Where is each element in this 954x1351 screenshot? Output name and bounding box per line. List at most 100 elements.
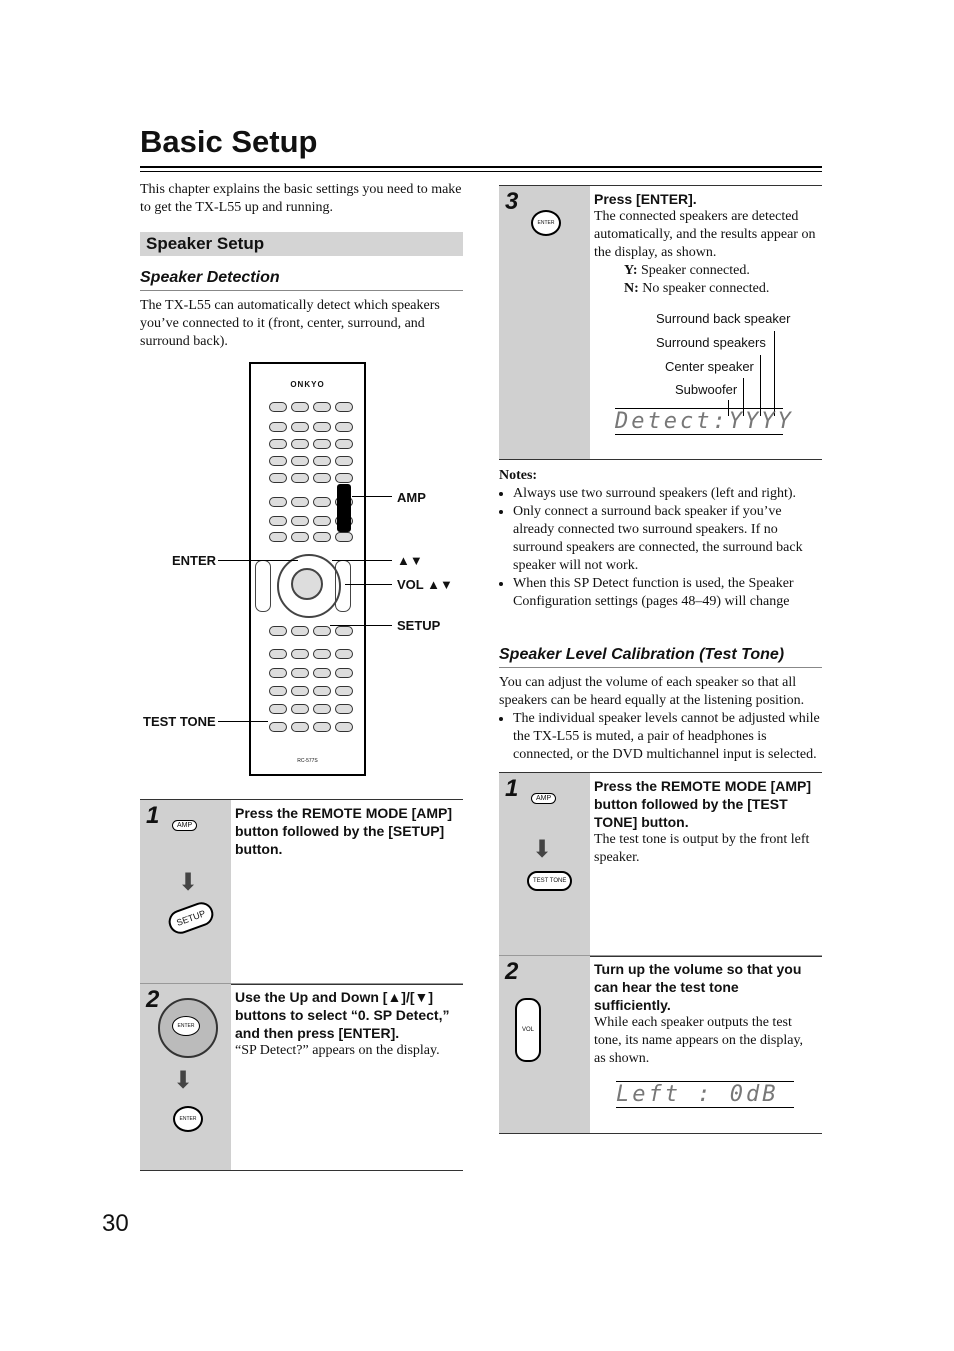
remote-key: [335, 422, 353, 432]
remote-key: [335, 668, 353, 678]
remote-key: [335, 722, 353, 732]
remote-brand: ONKYO: [290, 380, 325, 389]
remote-key: [335, 704, 353, 714]
notes: Notes: Always use two surround speakers …: [499, 467, 822, 611]
left-step-1: 1 AMP ⬇ SETUP Press the REMOTE MODE [AMP…: [140, 799, 463, 985]
callout-enter: ENTER: [172, 553, 217, 568]
remote-key: [291, 516, 309, 526]
callout-amp: AMP: [397, 490, 426, 505]
calibration-bullet: The individual speaker levels cannot be …: [513, 710, 822, 764]
remote-key: [269, 439, 287, 449]
level-display: Left : 0dB: [616, 1081, 794, 1108]
remote-key: [335, 439, 353, 449]
callout-updown: ▲▼: [397, 553, 423, 568]
remote-mode-block: [337, 484, 351, 532]
amp-button-icon: AMP: [531, 793, 557, 804]
remote-model: RC-577S: [297, 758, 318, 764]
remote-key: [291, 473, 309, 483]
legend-key: Y:: [624, 263, 638, 278]
callout-setup: SETUP: [397, 618, 441, 633]
remote-key: [269, 722, 287, 732]
step-title: Turn up the volume so that you can hear …: [594, 961, 802, 1013]
notes-heading: Notes:: [499, 468, 538, 483]
remote-key: [269, 704, 287, 714]
calibration-paragraph: You can adjust the volume of each speake…: [499, 675, 805, 708]
vol-button-icon: VOL: [515, 998, 541, 1062]
step-title: Press the REMOTE MODE [AMP] button follo…: [235, 805, 453, 857]
note-item: Only connect a surround back speaker if …: [513, 503, 822, 575]
remote-key: [313, 497, 331, 507]
remote-key: [269, 649, 287, 659]
amp-button-icon: AMP: [172, 820, 198, 831]
step-text: “SP Detect?” appears on the display.: [235, 1043, 440, 1058]
remote-key: [291, 402, 309, 412]
title-rule: [140, 166, 822, 168]
intro-text: This chapter explains the basic settings…: [140, 182, 462, 215]
remote-key: [291, 686, 309, 696]
enter-key: [291, 568, 323, 600]
note-item: When this SP Detect function is used, th…: [513, 575, 822, 611]
section-heading: Speaker Setup: [140, 232, 463, 256]
step-title: Press the REMOTE MODE [AMP] button follo…: [594, 778, 812, 830]
remote-key: [291, 704, 309, 714]
enter-button-icon: ENTER: [172, 1016, 200, 1036]
enter-button-icon: ENTER: [531, 210, 561, 236]
remote-key: [313, 516, 331, 526]
test-tone-button-icon: TEST TONE: [527, 871, 573, 891]
remote-key: [335, 532, 353, 542]
remote-key: [291, 497, 309, 507]
step-title: Use the Up and Down [▲]/[▼] buttons to s…: [235, 989, 450, 1041]
vol-key: [335, 560, 351, 612]
remote-key: [269, 422, 287, 432]
remote-key: [313, 686, 331, 696]
step-text: The test tone is output by the front lef…: [594, 832, 810, 865]
calibration-heading: Speaker Level Calibration (Test Tone): [499, 646, 822, 668]
enter-button-icon: ENTER: [173, 1106, 203, 1132]
arrow-down-icon: ⬇: [178, 870, 199, 896]
arrow-down-icon: ⬇: [173, 1068, 194, 1094]
remote-key: [269, 473, 287, 483]
remote-key: [269, 497, 287, 507]
remote-key: [291, 422, 309, 432]
remote-key: [335, 626, 353, 636]
remote-key: [335, 456, 353, 466]
step-text: The connected speakers are detected auto…: [594, 209, 816, 260]
step-title: Press [ENTER].: [594, 191, 697, 207]
label-subwoofer: Subwoofer: [675, 382, 738, 397]
remote-key: [313, 456, 331, 466]
step-number: 1: [505, 775, 519, 802]
setup-button-icon: SETUP: [165, 898, 217, 938]
remote-key: [313, 668, 331, 678]
label-surround-back: Surround back speaker: [656, 311, 791, 326]
remote-key: [335, 402, 353, 412]
remote-key: [269, 686, 287, 696]
arrow-down-icon: ⬇: [532, 837, 553, 863]
remote-key: [269, 516, 287, 526]
remote-key: [291, 649, 309, 659]
remote-key: [291, 532, 309, 542]
remote-key: [335, 686, 353, 696]
label-surround: Surround speakers: [656, 335, 766, 350]
speaker-detection-heading: Speaker Detection: [140, 269, 463, 291]
remote-key: [313, 532, 331, 542]
legend-key: N:: [624, 281, 639, 296]
ch-key: [255, 560, 271, 612]
callout-vol: VOL ▲▼: [397, 577, 453, 592]
calibration-text: You can adjust the volume of each speake…: [499, 674, 822, 764]
remote-key: [335, 473, 353, 483]
step-number: 2: [505, 958, 519, 985]
remote-key: [291, 439, 309, 449]
remote-key: [269, 626, 287, 636]
remote-key: [313, 402, 331, 412]
remote-key: [269, 456, 287, 466]
callout-test-tone: TEST TONE: [143, 714, 216, 729]
remote-key: [313, 649, 331, 659]
remote-key: [291, 456, 309, 466]
remote-key: [313, 722, 331, 732]
left-step-2: 2 ENTER ⬇ ENTER Use the Up and Down [▲]/…: [140, 983, 463, 1171]
step-number: 1: [146, 802, 160, 829]
remote-key: [291, 626, 309, 636]
remote-key: [269, 668, 287, 678]
remote-key: [313, 422, 331, 432]
remote-key: [313, 439, 331, 449]
